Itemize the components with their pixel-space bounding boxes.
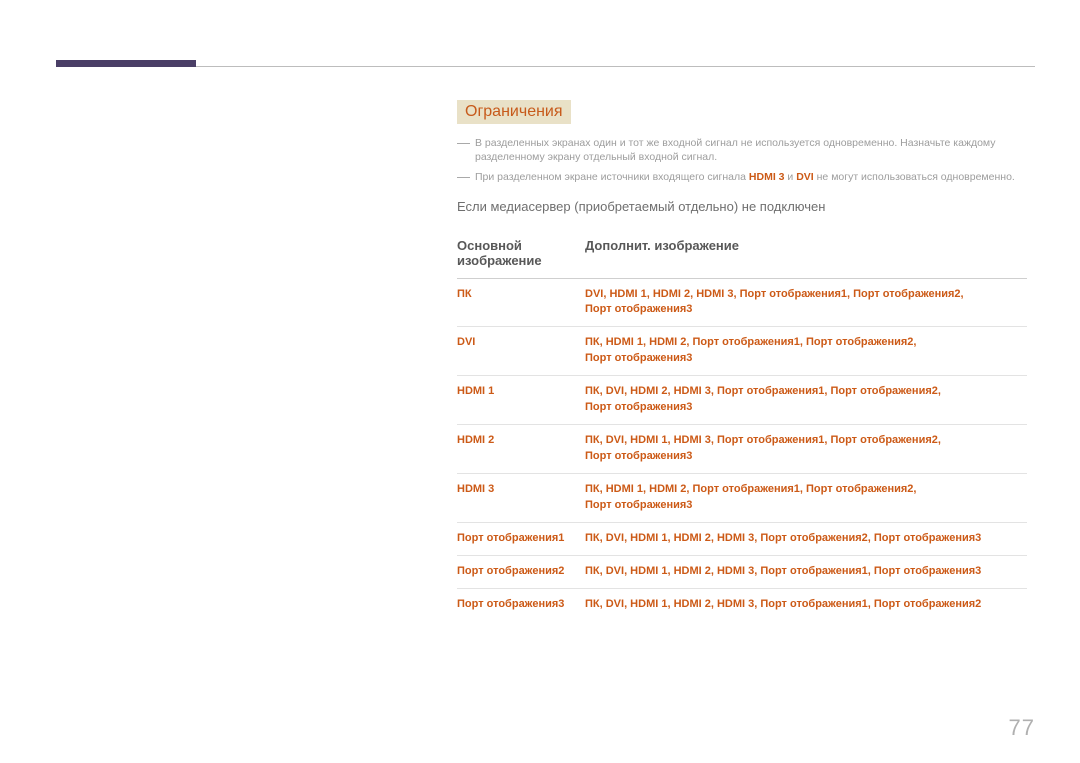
- table-row: Порт отображения3 ПК, DVI, HDMI 1, HDMI …: [457, 588, 1027, 620]
- cell-line: Порт отображения3: [585, 303, 692, 315]
- cell-source: Порт отображения3: [457, 588, 585, 620]
- cell-line: ПК, DVI, HDMI 1, HDMI 3, Порт отображени…: [585, 434, 941, 446]
- bullet-item: ― При разделенном экране источники входя…: [457, 170, 1027, 184]
- table-row: Порт отображения2 ПК, DVI, HDMI 1, HDMI …: [457, 555, 1027, 588]
- cell-line: Порт отображения3: [585, 450, 692, 462]
- cell-source: HDMI 3: [457, 474, 585, 523]
- cell-compatible: ПК, DVI, HDMI 2, HDMI 3, Порт отображени…: [585, 376, 1027, 425]
- restriction-bullets: ― В разделенных экранах один и тот же вх…: [457, 136, 1027, 185]
- cell-line: Порт отображения3: [585, 352, 692, 364]
- bullet-highlight: DVI: [796, 171, 814, 183]
- cell-compatible: ПК, HDMI 1, HDMI 2, Порт отображения1, П…: [585, 474, 1027, 523]
- cell-line: Порт отображения3: [585, 401, 692, 413]
- table-header-sub-display: Дополнит. изображение: [585, 232, 1027, 279]
- bullet-highlight: HDMI 3: [749, 171, 785, 183]
- cell-source: Порт отображения2: [457, 555, 585, 588]
- compatibility-table: Основной изображение Дополнит. изображен…: [457, 232, 1027, 621]
- bullet-text-part: не могут использоваться одновременно.: [814, 171, 1015, 183]
- top-rule: [56, 66, 1035, 67]
- table-row: HDMI 1 ПК, DVI, HDMI 2, HDMI 3, Порт ото…: [457, 376, 1027, 425]
- table-header-main-display: Основной изображение: [457, 232, 585, 279]
- cell-compatible: ПК, DVI, HDMI 1, HDMI 3, Порт отображени…: [585, 425, 1027, 474]
- cell-line: Порт отображения3: [585, 499, 692, 511]
- content-area: Ограничения ― В разделенных экранах один…: [457, 100, 1027, 621]
- cell-line: DVI, HDMI 1, HDMI 2, HDMI 3, Порт отобра…: [585, 288, 964, 300]
- cell-source: ПК: [457, 278, 585, 327]
- bullet-dash-icon: ―: [457, 136, 475, 164]
- cell-line: ПК, HDMI 1, HDMI 2, Порт отображения1, П…: [585, 336, 916, 348]
- bullet-text: В разделенных экранах один и тот же вход…: [475, 136, 1027, 164]
- condition-text: Если медиасервер (приобретаемый отдельно…: [457, 199, 1027, 214]
- page-number: 77: [1009, 715, 1035, 741]
- cell-compatible: ПК, HDMI 1, HDMI 2, Порт отображения1, П…: [585, 327, 1027, 376]
- cell-line: ПК, DVI, HDMI 2, HDMI 3, Порт отображени…: [585, 385, 941, 397]
- cell-source: Порт отображения1: [457, 522, 585, 555]
- cell-compatible: ПК, DVI, HDMI 1, HDMI 2, HDMI 3, Порт от…: [585, 555, 1027, 588]
- section-title: Ограничения: [457, 100, 571, 124]
- table-body: ПК DVI, HDMI 1, HDMI 2, HDMI 3, Порт ото…: [457, 278, 1027, 621]
- bullet-text-part: и: [785, 171, 797, 183]
- bullet-text: При разделенном экране источники входяще…: [475, 170, 1027, 184]
- page: Ограничения ― В разделенных экранах один…: [0, 0, 1080, 763]
- table-row: Порт отображения1 ПК, DVI, HDMI 1, HDMI …: [457, 522, 1027, 555]
- header-line: Основной: [457, 238, 522, 253]
- cell-compatible: ПК, DVI, HDMI 1, HDMI 2, HDMI 3, Порт от…: [585, 588, 1027, 620]
- cell-source: HDMI 1: [457, 376, 585, 425]
- table-row: HDMI 2 ПК, DVI, HDMI 1, HDMI 3, Порт ото…: [457, 425, 1027, 474]
- cell-source: DVI: [457, 327, 585, 376]
- cell-line: ПК, HDMI 1, HDMI 2, Порт отображения1, П…: [585, 483, 916, 495]
- bullet-item: ― В разделенных экранах один и тот же вх…: [457, 136, 1027, 164]
- table-header-row: Основной изображение Дополнит. изображен…: [457, 232, 1027, 279]
- header-line: изображение: [457, 253, 542, 268]
- bullet-dash-icon: ―: [457, 170, 475, 184]
- header-accent-bar: [56, 60, 196, 67]
- bullet-text-part: При разделенном экране источники входяще…: [475, 171, 749, 183]
- cell-source: HDMI 2: [457, 425, 585, 474]
- cell-compatible: DVI, HDMI 1, HDMI 2, HDMI 3, Порт отобра…: [585, 278, 1027, 327]
- table-row: DVI ПК, HDMI 1, HDMI 2, Порт отображения…: [457, 327, 1027, 376]
- table-row: ПК DVI, HDMI 1, HDMI 2, HDMI 3, Порт ото…: [457, 278, 1027, 327]
- cell-compatible: ПК, DVI, HDMI 1, HDMI 2, HDMI 3, Порт от…: [585, 522, 1027, 555]
- table-row: HDMI 3 ПК, HDMI 1, HDMI 2, Порт отображе…: [457, 474, 1027, 523]
